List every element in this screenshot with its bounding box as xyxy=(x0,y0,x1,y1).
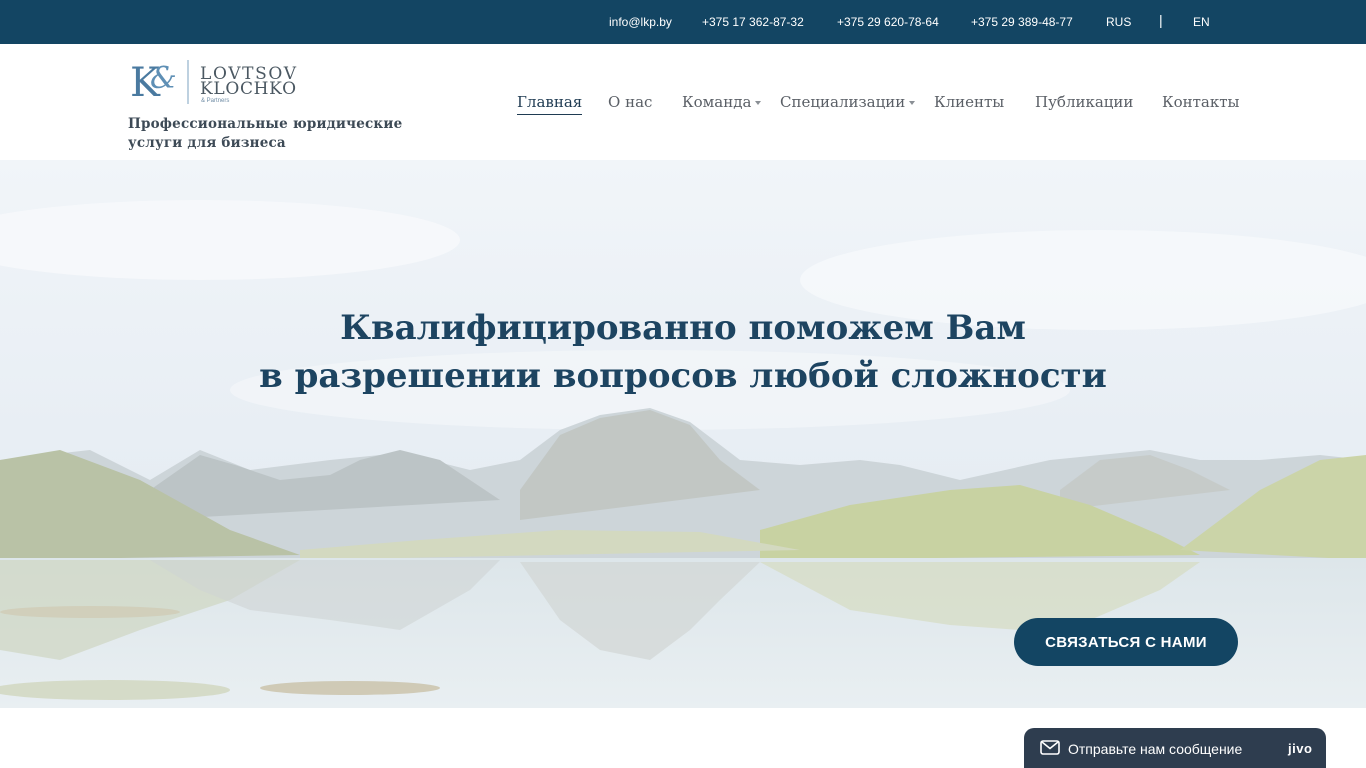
phone-link-3[interactable]: +375 29 389-48-77 xyxy=(971,15,1073,29)
company-tagline: Профессиональные юридические услуги для … xyxy=(128,115,418,153)
language-en-link[interactable]: EN xyxy=(1193,15,1210,29)
logo-line-partners: & Partners xyxy=(201,98,229,104)
jivo-logo: jivo xyxy=(1288,741,1313,756)
language-ru-link[interactable]: RUS xyxy=(1106,15,1131,29)
chat-label: Отправьте нам сообщение xyxy=(1068,741,1243,757)
hero-title-line-1: Квалифицированно поможем Вам xyxy=(340,308,1026,348)
nav-item-specializations-label: Специализации xyxy=(780,93,906,111)
language-separator: | xyxy=(1159,12,1163,28)
company-logo[interactable]: K & LOVTSOV KLOCHKO & Partners xyxy=(130,58,310,108)
contact-us-button[interactable]: СВЯЗАТЬСЯ С НАМИ xyxy=(1014,618,1238,666)
hero-title: Квалифицированно поможем Вам в разрешени… xyxy=(0,304,1366,400)
phone-link-2[interactable]: +375 29 620-78-64 xyxy=(837,15,939,29)
chevron-down-icon xyxy=(755,101,762,105)
top-contact-bar: info@lkp.by +375 17 362-87-32 +375 29 62… xyxy=(0,0,1366,44)
nav-item-clients[interactable]: Клиенты xyxy=(934,93,1004,111)
email-link[interactable]: info@lkp.by xyxy=(609,15,672,29)
nav-item-team-label: Команда xyxy=(682,93,752,111)
chat-widget[interactable]: Отправьте нам сообщение jivo xyxy=(1024,728,1326,768)
nav-item-contacts[interactable]: Контакты xyxy=(1162,93,1240,111)
tagline-line-2: услуги для бизнеса xyxy=(128,135,286,151)
logo-line-klochko: KLOCHKO xyxy=(200,79,296,99)
envelope-icon xyxy=(1040,740,1060,755)
tagline-line-1: Профессиональные юридические xyxy=(128,116,403,132)
nav-item-home[interactable]: Главная xyxy=(517,93,583,115)
nav-item-specializations[interactable]: Специализации xyxy=(780,93,916,111)
hero-banner: Квалифицированно поможем Вам в разрешени… xyxy=(0,160,1366,708)
site-header: K & LOVTSOV KLOCHKO & Partners Профессио… xyxy=(0,44,1366,160)
chevron-down-icon xyxy=(909,101,916,105)
logo-monogram-amp: & xyxy=(150,61,177,96)
nav-item-team[interactable]: Команда xyxy=(682,93,762,111)
nav-item-publications[interactable]: Публикации xyxy=(1035,93,1133,111)
nav-item-about[interactable]: О нас xyxy=(608,93,652,111)
hero-title-line-2: в разрешении вопросов любой сложности xyxy=(259,356,1107,396)
phone-link-1[interactable]: +375 17 362-87-32 xyxy=(702,15,804,29)
